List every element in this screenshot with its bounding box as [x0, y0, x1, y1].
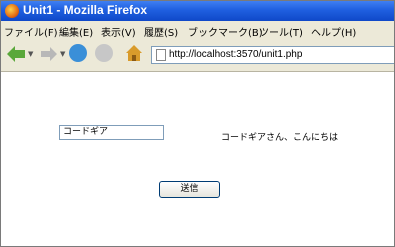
window-title: Unit1 - Mozilla Firefox: [23, 3, 148, 17]
page-icon: [156, 49, 166, 61]
forward-arrow-icon[interactable]: [41, 47, 57, 61]
name-input[interactable]: コードギア: [59, 125, 164, 140]
stop-icon[interactable]: [95, 44, 113, 62]
greeting-text: コードギアさん、こんにちは: [221, 133, 339, 143]
menu-help[interactable]: ヘルプ(H): [311, 24, 356, 39]
menu-bookmarks[interactable]: ブックマーク(B): [188, 24, 263, 39]
page-content: コードギア コードギアさん、こんにちは 送信: [1, 72, 394, 246]
url-text[interactable]: http://localhost:3570/unit1.php: [169, 49, 302, 60]
reload-icon[interactable]: [69, 44, 87, 62]
navigation-toolbar: ▼ ▼ http://localhost:3570/unit1.php: [1, 38, 394, 72]
forward-dropdown-icon[interactable]: ▼: [60, 50, 65, 58]
menu-bar: ファイル(F) 編集(E) 表示(V) 履歴(S) ブックマーク(B) ツール(…: [1, 21, 394, 39]
title-bar: Unit1 - Mozilla Firefox: [1, 1, 394, 21]
menu-view[interactable]: 表示(V): [101, 24, 136, 39]
menu-tools[interactable]: ツール(T): [259, 24, 303, 39]
menu-file[interactable]: ファイル(F): [4, 24, 58, 39]
menu-edit[interactable]: 編集(E): [59, 24, 93, 39]
submit-button[interactable]: 送信: [159, 181, 220, 198]
firefox-logo-icon: [5, 4, 19, 18]
home-icon[interactable]: [125, 44, 143, 62]
menu-history[interactable]: 履歴(S): [144, 24, 178, 39]
address-bar[interactable]: http://localhost:3570/unit1.php: [151, 46, 394, 64]
back-arrow-icon[interactable]: [7, 46, 25, 62]
browser-window: Unit1 - Mozilla Firefox ファイル(F) 編集(E) 表示…: [0, 0, 395, 247]
back-dropdown-icon[interactable]: ▼: [28, 50, 33, 58]
